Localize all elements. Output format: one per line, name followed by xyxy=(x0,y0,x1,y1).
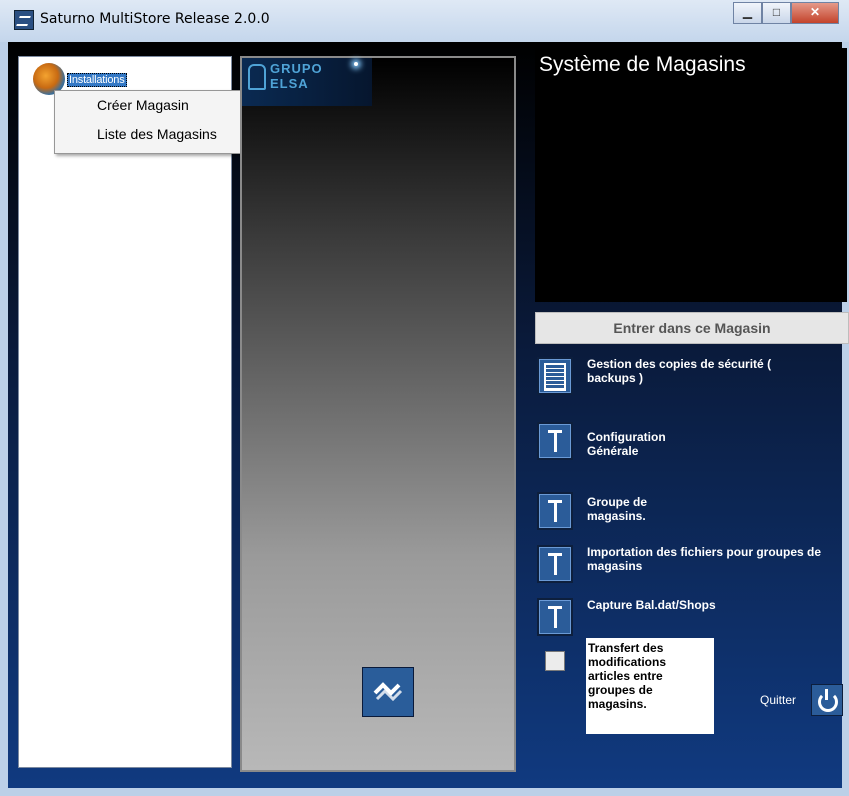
power-icon xyxy=(818,692,838,712)
store-display: Système de Magasins xyxy=(535,48,847,302)
backups-label[interactable]: Gestion des copies de sécurité ( backups… xyxy=(587,357,777,385)
person-logo-icon xyxy=(248,64,266,90)
import-files-label[interactable]: Importation des fichiers pour groupes de… xyxy=(587,545,827,573)
capture-label[interactable]: Capture Bal.dat/Shops xyxy=(587,598,807,612)
transfer-checkbox[interactable] xyxy=(545,651,565,671)
backup-document-icon[interactable] xyxy=(537,357,573,395)
quit-button[interactable] xyxy=(811,684,843,716)
capture-tool-icon[interactable] xyxy=(537,598,573,636)
title-bar[interactable]: Saturno MultiStore Release 2.0.0 ▁ □ ✕ xyxy=(0,0,849,42)
window-title: Saturno MultiStore Release 2.0.0 xyxy=(40,11,270,27)
logo-line-2: ELSA xyxy=(270,76,309,91)
sync-button[interactable] xyxy=(362,667,414,717)
logo-panel: GRUPO ELSA xyxy=(240,56,516,772)
store-group-label[interactable]: Groupe de magasins. xyxy=(587,495,667,523)
logo-text: GRUPO ELSA xyxy=(270,61,323,91)
quit-label[interactable]: Quitter xyxy=(760,693,796,707)
app-icon xyxy=(14,10,34,30)
sparkle-icon xyxy=(354,62,358,66)
store-tree[interactable]: Installations xyxy=(18,56,232,768)
app-window: Saturno MultiStore Release 2.0.0 ▁ □ ✕ I… xyxy=(0,0,849,796)
caption-buttons: ▁ □ ✕ xyxy=(733,2,839,24)
store-title: Système de Magasins xyxy=(539,53,746,76)
transfer-label-box: Transfert des modifications articles ent… xyxy=(586,638,714,734)
tree-item-installations[interactable]: Installations xyxy=(67,73,127,87)
sync-icon xyxy=(373,682,403,702)
minimize-button[interactable]: ▁ xyxy=(733,2,762,24)
general-config-label[interactable]: Configuration Générale xyxy=(587,430,697,458)
enter-store-button[interactable]: Entrer dans ce Magasin xyxy=(535,312,849,344)
maximize-button[interactable]: □ xyxy=(762,2,791,24)
import-tool-icon[interactable] xyxy=(537,545,573,583)
close-button[interactable]: ✕ xyxy=(791,2,839,24)
transfer-label: Transfert des modifications articles ent… xyxy=(588,641,667,711)
store-group-tool-icon[interactable] xyxy=(537,492,573,530)
logo-line-1: GRUPO xyxy=(270,61,323,76)
company-logo: GRUPO ELSA xyxy=(242,58,372,106)
config-tool-icon[interactable] xyxy=(537,422,573,460)
